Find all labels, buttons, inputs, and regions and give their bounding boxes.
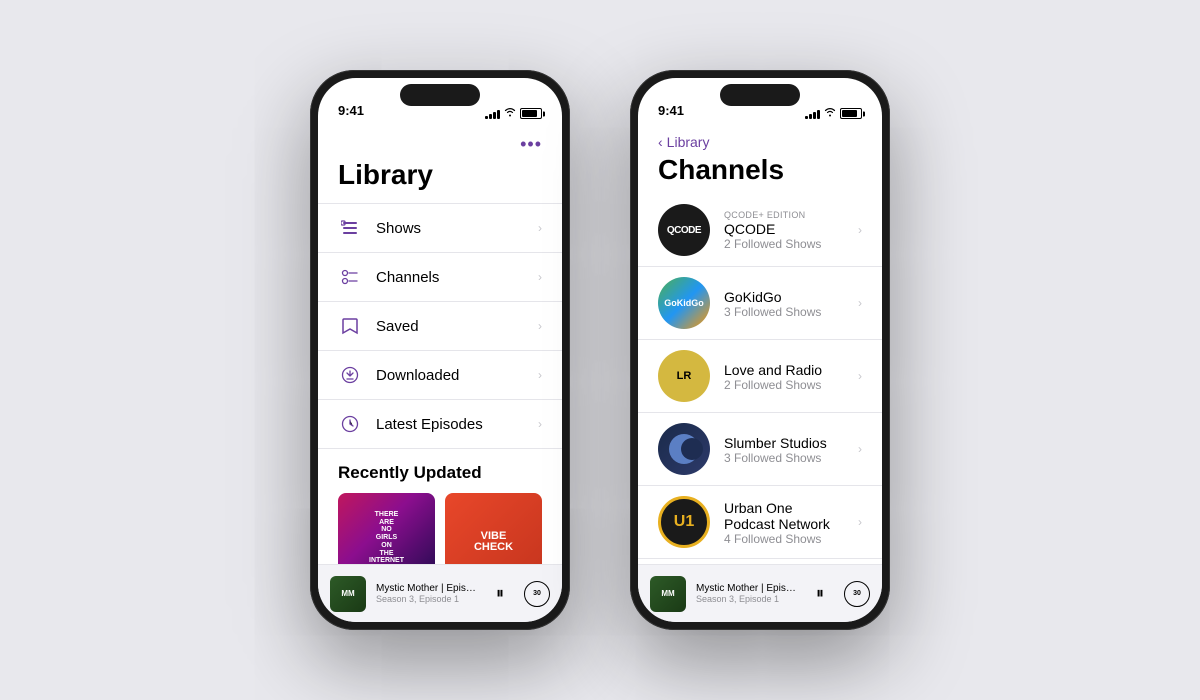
urban-follows: 4 Followed Shows — [724, 532, 844, 546]
podcast-card-girls[interactable]: THEREARENOGIRLSONTHEINTERNET WITH BRIDGE… — [338, 493, 435, 564]
gokidgo-info: GoKidGo 3 Followed Shows — [724, 288, 844, 319]
menu-item-downloaded[interactable]: Downloaded › — [318, 351, 562, 400]
now-playing-info: Mystic Mother | Episode 1: A... Season 3… — [376, 583, 476, 604]
shows-icon — [338, 216, 362, 240]
wifi-icon-2 — [824, 107, 836, 120]
library-header: ••• — [318, 126, 562, 159]
urban-chevron: › — [858, 515, 862, 529]
menu-item-shows[interactable]: Shows › — [318, 204, 562, 253]
back-label[interactable]: Library — [667, 134, 710, 150]
channel-item-urban[interactable]: U1 Urban One Podcast Network 4 Followed … — [638, 486, 882, 559]
qcode-info: QCODE+ EDITION QCODE 2 Followed Shows — [724, 210, 844, 251]
now-playing-controls: ⏸ 30 — [486, 580, 550, 608]
saved-chevron: › — [538, 319, 542, 333]
now-playing-title-2: Mystic Mother | Episode 1: A... — [696, 583, 796, 594]
wifi-icon — [504, 107, 516, 120]
signal-icon-2 — [805, 109, 820, 119]
battery-icon — [520, 108, 542, 119]
pause-button[interactable]: ⏸ — [486, 580, 514, 608]
battery-icon-2 — [840, 108, 862, 119]
pause-button-2[interactable]: ⏸ — [806, 580, 834, 608]
now-playing-info-2: Mystic Mother | Episode 1: A... Season 3… — [696, 583, 796, 604]
now-playing-subtitle-2: Season 3, Episode 1 — [696, 594, 796, 604]
gokidgo-chevron: › — [858, 296, 862, 310]
now-playing-subtitle: Season 3, Episode 1 — [376, 594, 476, 604]
latest-chevron: › — [538, 417, 542, 431]
recently-updated-title: Recently Updated — [318, 449, 562, 493]
girls-artwork: THEREARENOGIRLSONTHEINTERNET WITH BRIDGE… — [338, 493, 435, 564]
menu-item-saved[interactable]: Saved › — [318, 302, 562, 351]
urban-logo: U1 — [658, 496, 710, 548]
urban-info: Urban One Podcast Network 4 Followed Sho… — [724, 499, 844, 546]
status-icons-2 — [805, 107, 862, 120]
channel-item-love[interactable]: LR Love and Radio 2 Followed Shows › — [638, 340, 882, 413]
gokidgo-logo: GoKidGo — [658, 277, 710, 329]
status-icons — [485, 107, 542, 120]
now-playing-bar[interactable]: MM Mystic Mother | Episode 1: A... Seaso… — [318, 564, 562, 622]
slumber-follows: 3 Followed Shows — [724, 451, 844, 465]
skip-forward-button-2[interactable]: 30 — [844, 581, 870, 607]
qcode-logo: QCODE — [658, 204, 710, 256]
love-name: Love and Radio — [724, 362, 844, 378]
status-time: 9:41 — [338, 103, 364, 120]
channels-icon — [338, 265, 362, 289]
channel-list: QCODE QCODE+ EDITION QCODE 2 Followed Sh… — [638, 194, 882, 564]
downloaded-label: Downloaded — [376, 367, 538, 384]
downloaded-chevron: › — [538, 368, 542, 382]
saved-label: Saved — [376, 318, 538, 335]
status-time-2: 9:41 — [658, 103, 684, 120]
qcode-chevron: › — [858, 223, 862, 237]
qcode-name: QCODE — [724, 221, 844, 237]
channels-nav: ‹ Library — [638, 126, 882, 150]
dynamic-island — [400, 84, 480, 106]
urban-name: Urban One Podcast Network — [724, 500, 844, 532]
now-playing-title: Mystic Mother | Episode 1: A... — [376, 583, 476, 594]
now-playing-artwork: MM — [330, 576, 366, 612]
library-menu: Shows › Channels › — [318, 203, 562, 449]
slumber-logo — [658, 423, 710, 475]
recently-updated-grid: THEREARENOGIRLSONTHEINTERNET WITH BRIDGE… — [318, 493, 562, 564]
skip-forward-button[interactable]: 30 — [524, 581, 550, 607]
channels-title: Channels — [638, 150, 882, 194]
now-playing-artwork-2: MM — [650, 576, 686, 612]
channels-chevron: › — [538, 270, 542, 284]
slumber-info: Slumber Studios 3 Followed Shows — [724, 434, 844, 465]
channels-label: Channels — [376, 269, 538, 286]
now-playing-controls-2: ⏸ 30 — [806, 580, 870, 608]
channel-item-slumber[interactable]: Slumber Studios 3 Followed Shows › — [638, 413, 882, 486]
shows-chevron: › — [538, 221, 542, 235]
more-button[interactable]: ••• — [520, 134, 542, 155]
qcode-tag: QCODE+ EDITION — [724, 210, 844, 220]
dynamic-island-2 — [720, 84, 800, 106]
love-logo: LR — [658, 350, 710, 402]
slumber-chevron: › — [858, 442, 862, 456]
gokidgo-name: GoKidGo — [724, 289, 844, 305]
menu-item-channels[interactable]: Channels › — [318, 253, 562, 302]
gokidgo-follows: 3 Followed Shows — [724, 305, 844, 319]
qcode-follows: 2 Followed Shows — [724, 237, 844, 251]
shows-label: Shows — [376, 220, 538, 237]
library-title: Library — [318, 159, 562, 203]
slumber-name: Slumber Studios — [724, 435, 844, 451]
love-chevron: › — [858, 369, 862, 383]
channel-item-qcode[interactable]: QCODE QCODE+ EDITION QCODE 2 Followed Sh… — [638, 194, 882, 267]
podcast-card-vibe[interactable]: VIBECHECK Vibe Check 4h ago · 1 new — [445, 493, 542, 564]
phone-library: 9:41 — [310, 70, 570, 630]
latest-label: Latest Episodes — [376, 416, 538, 433]
latest-icon — [338, 412, 362, 436]
channel-item-gokidgo[interactable]: GoKidGo GoKidGo 3 Followed Shows › — [638, 267, 882, 340]
vibe-artwork: VIBECHECK — [445, 493, 542, 564]
love-info: Love and Radio 2 Followed Shows — [724, 361, 844, 392]
love-follows: 2 Followed Shows — [724, 378, 844, 392]
phone-channels: 9:41 — [630, 70, 890, 630]
downloaded-icon — [338, 363, 362, 387]
now-playing-bar-2[interactable]: MM Mystic Mother | Episode 1: A... Seaso… — [638, 564, 882, 622]
menu-item-latest[interactable]: Latest Episodes › — [318, 400, 562, 449]
signal-icon — [485, 109, 500, 119]
back-arrow[interactable]: ‹ — [658, 134, 663, 150]
saved-icon — [338, 314, 362, 338]
